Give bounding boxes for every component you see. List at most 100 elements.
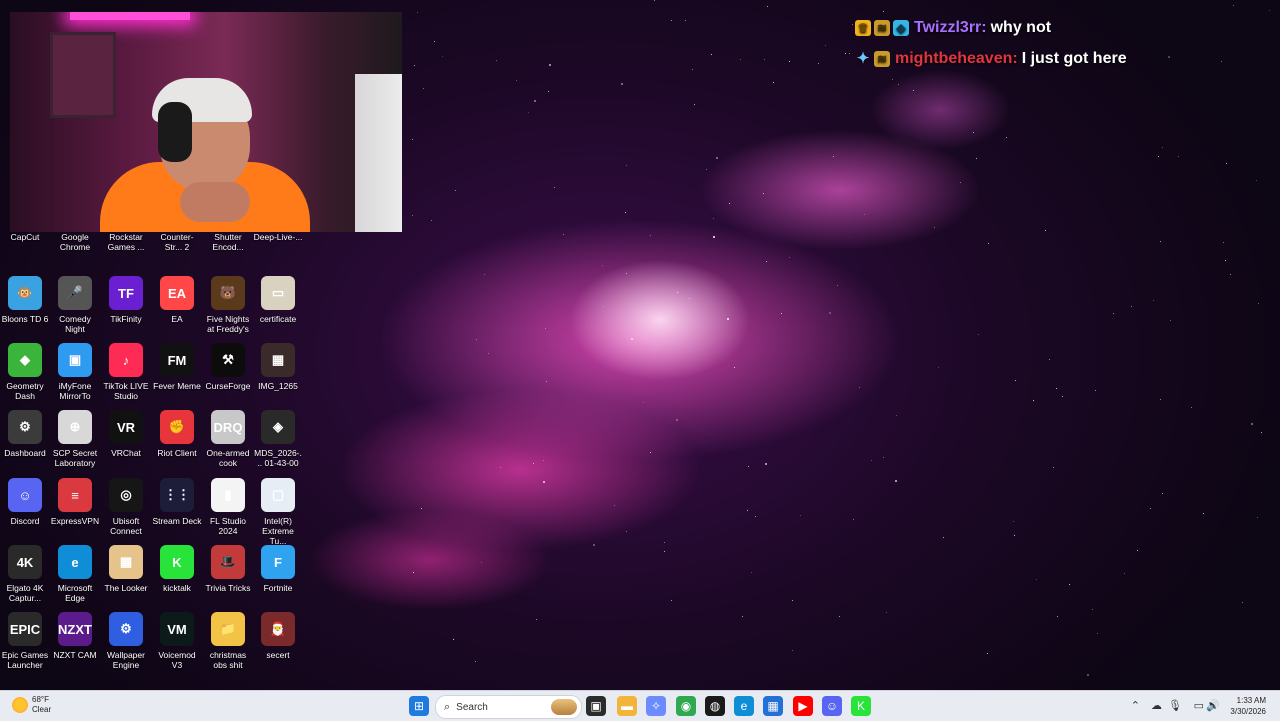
speaker-icon[interactable]: 🔊 <box>1206 699 1220 712</box>
desktop-icon[interactable]: ▦ The Looker <box>101 545 151 593</box>
desktop-icon-label: SCP Secret Laboratory <box>52 448 98 468</box>
desktop-icon[interactable]: 📁 christmas obs shit <box>203 612 253 670</box>
desktop-icon[interactable]: DRQ One-armed cook <box>203 410 253 468</box>
taskbar-search[interactable]: ⌕ Search <box>435 695 582 719</box>
star <box>727 317 730 320</box>
desktop-icon[interactable]: ⊕ SCP Secret Laboratory <box>50 410 100 468</box>
file-explorer-icon[interactable]: ▬ <box>617 696 637 716</box>
desktop-icon[interactable]: 🎤 Comedy Night <box>50 276 100 334</box>
cloud-icon[interactable]: ☁ <box>1151 699 1162 712</box>
subscriber-badge-icon: ≋ <box>874 19 890 36</box>
desktop-icon[interactable]: ▦ IMG_1265 <box>253 343 303 391</box>
desktop-icon[interactable]: ▮ FL Studio 2024 <box>203 478 253 536</box>
clock[interactable]: 1:33 AM 3/30/2026 <box>1230 695 1266 717</box>
star <box>978 334 980 336</box>
star <box>1094 389 1096 391</box>
star <box>746 510 748 512</box>
desktop-icon[interactable]: EA EA <box>152 276 202 324</box>
star <box>694 104 696 106</box>
desktop-icon[interactable]: FM Fever Meme <box>152 343 202 391</box>
desktop-icon[interactable]: ⚙ Wallpaper Engine <box>101 612 151 670</box>
desktop-icon[interactable]: ☺ Discord <box>0 478 50 526</box>
desktop-icon-label: EA <box>171 314 183 324</box>
star <box>442 55 444 57</box>
weather-widget[interactable]: 68°F Clear <box>12 695 51 715</box>
desktop-icon[interactable]: 🐻 Five Nights at Freddy's <box>203 276 253 334</box>
chat-username: Twizzl3rr: <box>914 18 987 36</box>
desktop-icon[interactable]: ✂CapCut <box>0 226 50 242</box>
desktop-icon[interactable]: F Fortnite <box>253 545 303 593</box>
start-icon[interactable]: ⊞ <box>409 696 429 716</box>
store-icon[interactable]: ▦ <box>763 696 783 716</box>
desktop-icon[interactable]: ◆ Geometry Dash <box>0 343 50 401</box>
obs-icon[interactable]: ◍ <box>705 696 725 716</box>
desktop-icon[interactable]: 4K Elgato 4K Captur... <box>0 545 50 603</box>
desktop-icon[interactable]: ◎ Ubisoft Connect <box>101 478 151 536</box>
star <box>689 298 691 300</box>
app-icon: ♪ <box>109 343 143 377</box>
desktop-icon[interactable]: NZXT NZXT CAM <box>50 612 100 660</box>
star <box>1232 4 1234 6</box>
desktop-icon-label: Wallpaper Engine <box>107 650 145 670</box>
desktop-icon[interactable]: 🐵 Bloons TD 6 <box>0 276 50 324</box>
star <box>649 234 651 236</box>
desktop-icon[interactable]: CSCounter-Str... 2 <box>152 226 202 252</box>
star <box>1055 387 1057 389</box>
desktop-icon[interactable]: ≡ ExpressVPN <box>50 478 100 526</box>
star <box>711 54 713 56</box>
star <box>1157 156 1159 158</box>
desktop-icon-label: Riot Client <box>157 448 197 458</box>
star <box>411 214 413 216</box>
desktop-icon[interactable]: ✊ Riot Client <box>152 410 202 458</box>
desktop-icon[interactable]: ▢ Intel(R) Extreme Tu... <box>253 478 303 546</box>
desktop-icon-label: TikTok LIVE Studio <box>103 381 149 401</box>
chrome-icon[interactable]: ◉ <box>676 696 696 716</box>
app-icon: 🎅 <box>261 612 295 646</box>
star <box>548 64 551 67</box>
desktop-icon[interactable]: ⋮⋮ Stream Deck <box>152 478 202 526</box>
edge-icon[interactable]: e <box>734 696 754 716</box>
desktop-icon[interactable]: ⚙ Dashboard <box>0 410 50 458</box>
desktop-icon[interactable]: ◉Google Chrome <box>50 226 100 252</box>
display-icon[interactable]: ▭ <box>1194 699 1204 712</box>
desktop-icon[interactable]: RRockstar Games ... <box>101 226 151 252</box>
desktop-icon[interactable]: ⚒ CurseForge <box>203 343 253 391</box>
task-view-icon[interactable]: ▣ <box>586 696 606 716</box>
desktop-icon-label: christmas obs shit <box>209 650 247 670</box>
desktop-icon[interactable]: ◈ MDS_2026-... 01-43-00 <box>253 410 303 468</box>
app-icon: 📁 <box>211 612 245 646</box>
desktop-icon[interactable]: EPIC Epic Games Launcher <box>0 612 50 670</box>
star <box>959 182 961 184</box>
desktop-icon[interactable]: ▶Shutter Encod... <box>203 226 253 252</box>
star <box>474 661 476 663</box>
desktop-icon[interactable]: VM Voicemod V3 <box>152 612 202 670</box>
desktop-icon[interactable]: ▭ certificate <box>253 276 303 324</box>
desktop-icon[interactable]: 🎅 secert <box>253 612 303 660</box>
desktop-icon[interactable]: ♪ TikTok LIVE Studio <box>101 343 151 401</box>
desktop-icon[interactable]: TF TikFinity <box>101 276 151 324</box>
copilot-icon[interactable]: ✧ <box>646 696 666 716</box>
clock-time: 1:33 AM <box>1236 696 1266 705</box>
desktop-icon[interactable]: e Microsoft Edge <box>50 545 100 603</box>
star <box>742 616 744 618</box>
chevron-up-icon[interactable]: ⌃ <box>1131 699 1140 712</box>
discord-icon[interactable]: ☺ <box>822 696 842 716</box>
app-icon: TF <box>109 276 143 310</box>
desktop-icon[interactable]: Kkicktalk <box>152 545 202 593</box>
microphone-icon[interactable]: 🎙 <box>1168 699 1182 712</box>
app-icon: ✊ <box>160 410 194 444</box>
star <box>1221 60 1223 62</box>
youtube-icon[interactable]: ▶ <box>793 696 813 716</box>
kick-icon[interactable]: K <box>851 696 871 716</box>
webcam-headset <box>158 102 192 162</box>
desktop-icon[interactable]: ▤Deep-Live-... <box>253 226 303 242</box>
star <box>792 649 794 651</box>
star <box>848 53 850 55</box>
desktop-icon[interactable]: ▣ iMyFone MirrorTo <box>50 343 100 401</box>
star <box>942 537 944 539</box>
star <box>755 516 757 518</box>
star <box>495 60 497 62</box>
star <box>416 12 418 14</box>
desktop-icon[interactable]: VR VRChat <box>101 410 151 458</box>
desktop-icon[interactable]: 🎩 Trivia Tricks <box>203 545 253 593</box>
